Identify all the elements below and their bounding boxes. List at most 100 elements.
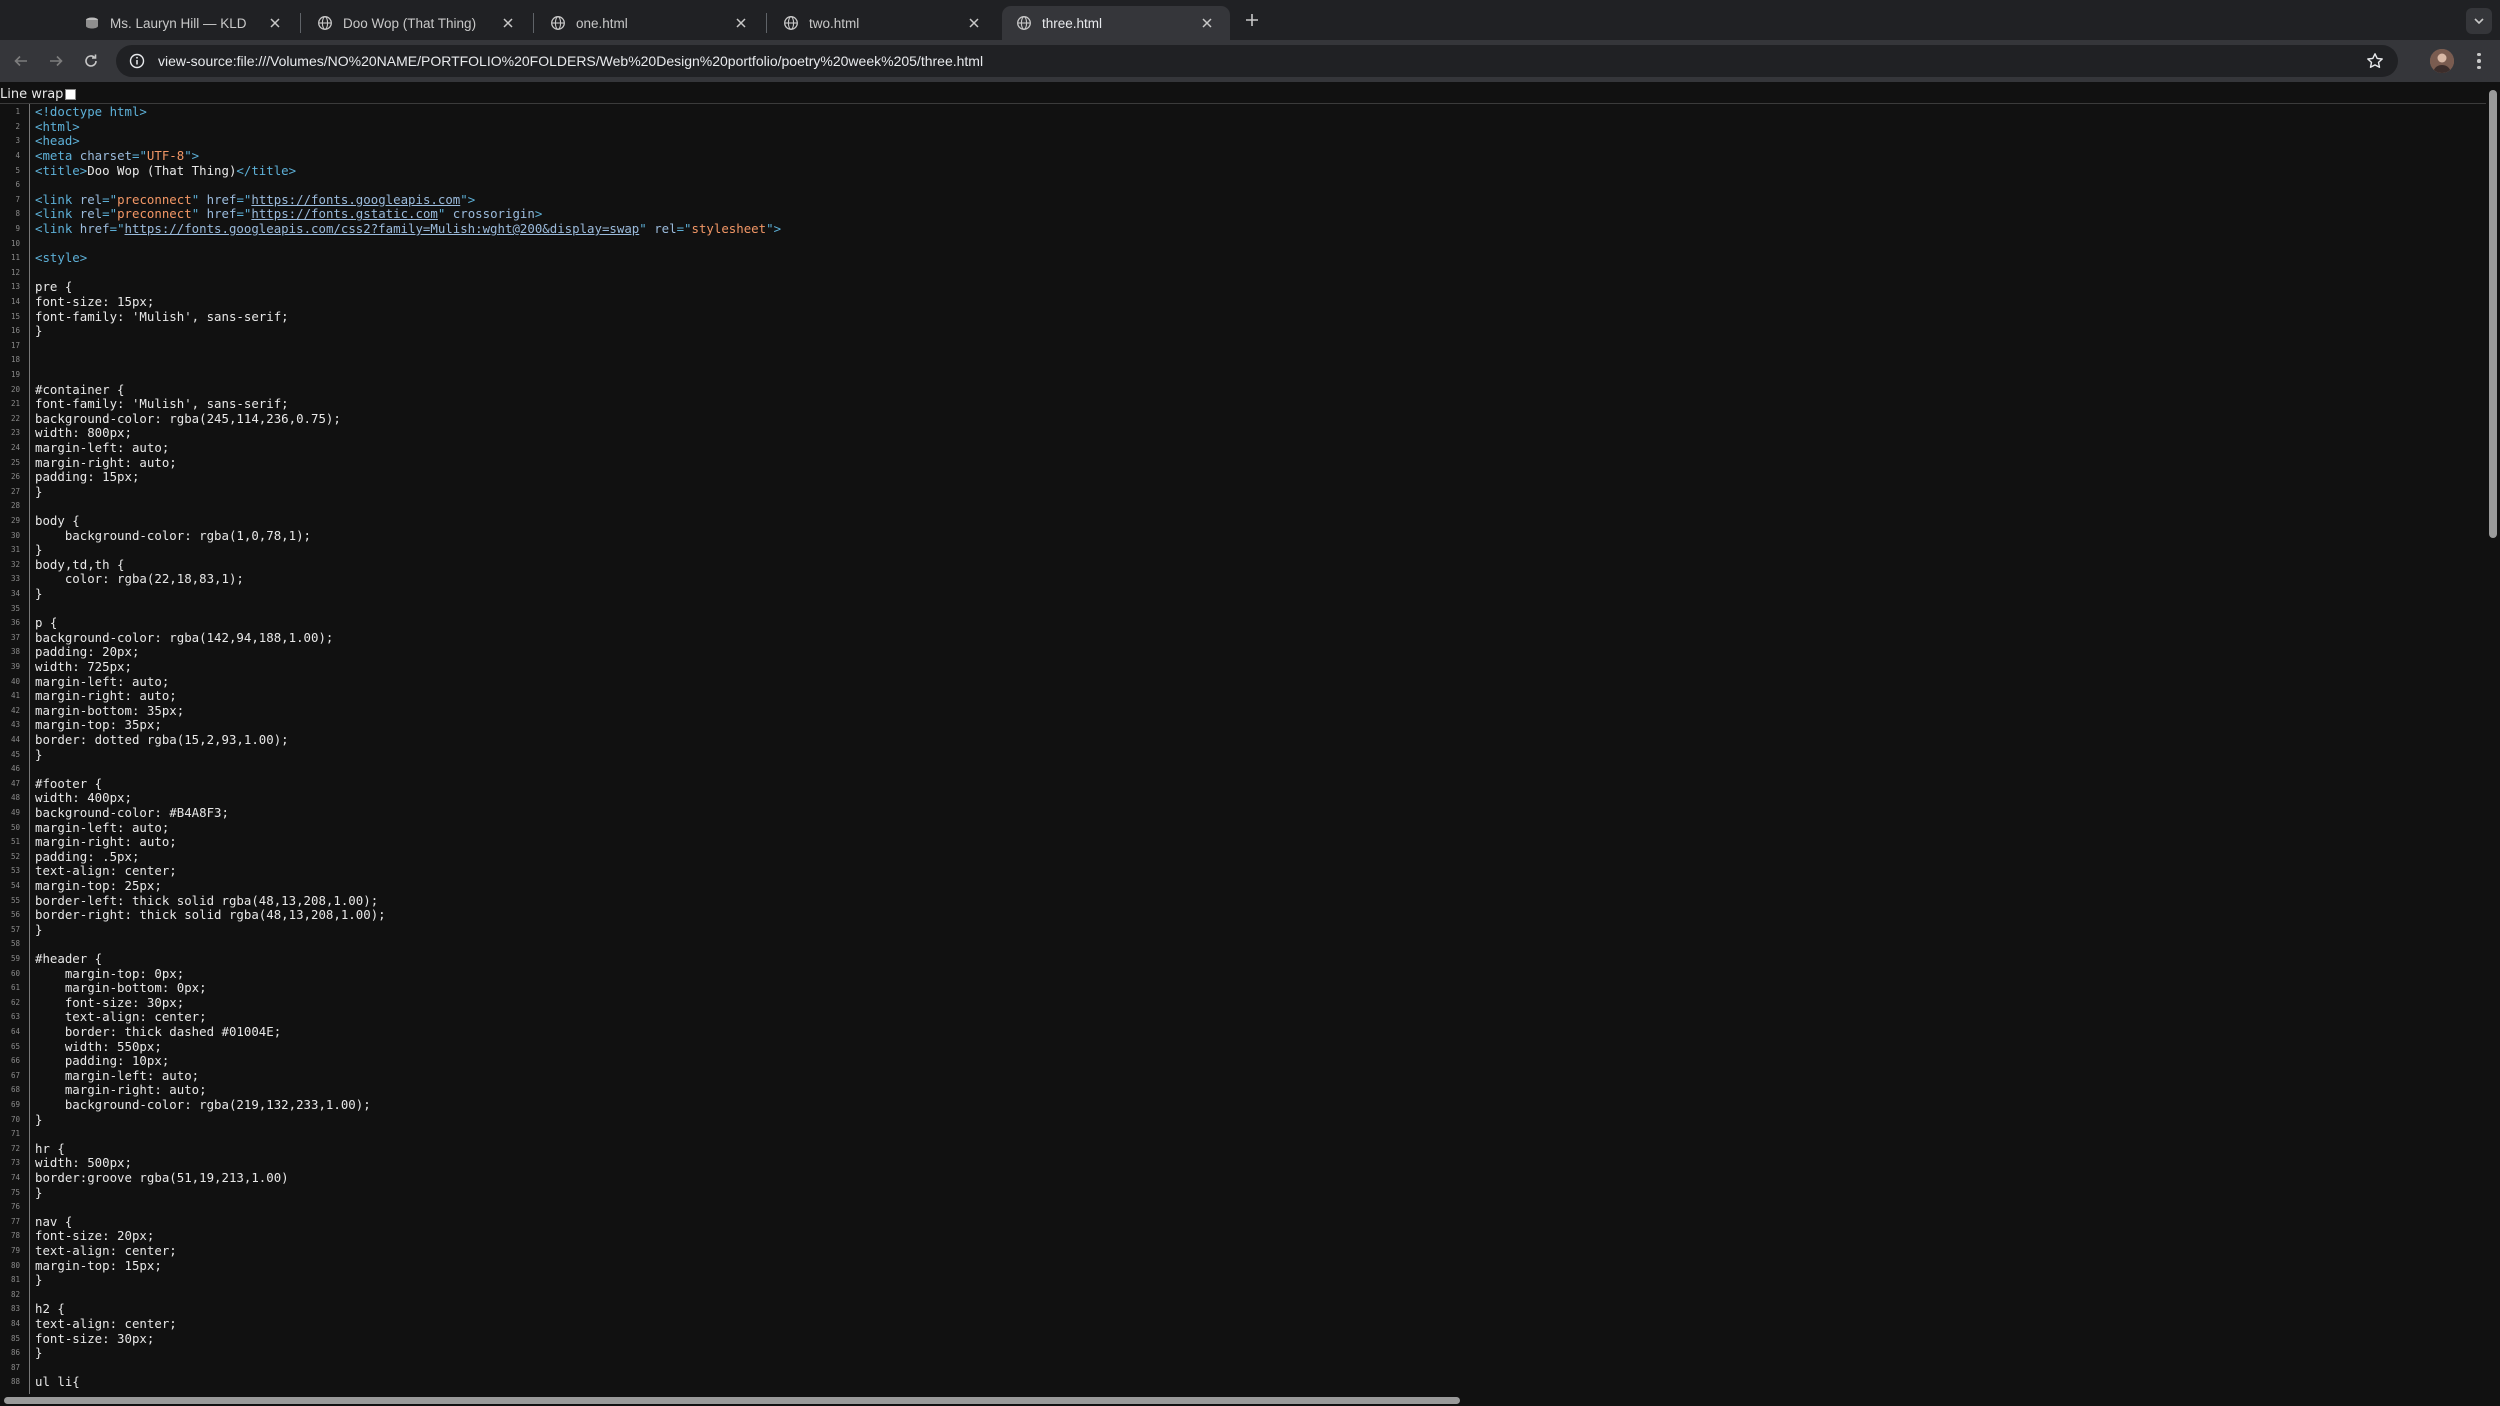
source-token: padding: 10px;	[35, 1053, 170, 1069]
source-line: 27}	[0, 484, 2470, 500]
source-line: 8 <link rel="preconnect" href="https://fo…	[0, 207, 2470, 222]
site-info-button[interactable]	[128, 52, 146, 70]
new-tab-button[interactable]	[1240, 8, 1264, 32]
line-number: 36	[10, 618, 20, 628]
line-number: 42	[10, 705, 20, 715]
horizontal-scrollbar[interactable]	[0, 1394, 2486, 1406]
source-code: margin-left: auto;	[22, 820, 169, 836]
source-code: body,td,th {	[22, 557, 125, 573]
tab-search-button[interactable]	[2466, 8, 2492, 34]
source-token: rel	[79, 191, 103, 207]
source-token: width: 800px;	[35, 425, 132, 441]
line-number: 62	[10, 997, 20, 1007]
source-code: p {	[22, 615, 57, 631]
browser-menu-button[interactable]	[2470, 49, 2488, 73]
chevron-down-icon	[2474, 18, 2484, 25]
source-token: ="	[676, 221, 692, 236]
source-token: border: thick dashed #01004E;	[35, 1024, 282, 1039]
source-token: ="	[236, 206, 252, 222]
source-code: background-color: #B4A8F3;	[22, 805, 229, 821]
vertical-scroll-thumb[interactable]	[2489, 90, 2497, 538]
vertical-scrollbar[interactable]	[2486, 86, 2500, 1396]
source-code: font-family: 'Mulish', sans-serif;	[22, 309, 289, 325]
line-number: 48	[10, 793, 20, 803]
source-code: margin-right: auto;	[22, 834, 177, 850]
source-line: 71	[0, 1127, 2470, 1142]
source-line: 40 margin-left: auto;	[0, 674, 2470, 690]
tab-strip: Ms. Lauryn Hill — KLD Doo Wop (That Thing…	[0, 0, 2500, 40]
source-token: text-align: center;	[35, 1316, 177, 1331]
source-code	[22, 762, 35, 777]
source-code: text-align: center;	[22, 1243, 177, 1259]
line-number: 46	[10, 764, 20, 774]
tab-doo-wop-that-thing[interactable]: Doo Wop (That Thing)	[303, 6, 531, 40]
info-icon	[129, 53, 145, 69]
line-number: 86	[10, 1348, 20, 1358]
source-line: 6	[0, 178, 2470, 193]
source-line: 50 margin-left: auto;	[0, 820, 2470, 836]
tab-close-button[interactable]	[732, 14, 750, 32]
source-code: <title>Doo Wop (That Thing)</title>	[22, 163, 296, 179]
globe-icon	[317, 15, 333, 31]
source-line: 19	[0, 368, 2470, 383]
profile-avatar[interactable]	[2430, 49, 2454, 73]
tab-close-button[interactable]	[965, 14, 983, 32]
source-line: 2 <html>	[0, 119, 2470, 135]
address-bar-url[interactable]: view-source:file:///Volumes/NO%20NAME/PO…	[158, 53, 983, 69]
tab-one-html[interactable]: one.html	[536, 6, 764, 40]
line-number: 69	[10, 1100, 20, 1109]
source-token: margin-right: auto;	[35, 688, 177, 704]
source-token: rel	[654, 221, 677, 236]
line-number: 19	[10, 370, 20, 379]
source-line: 26 padding: 15px;	[0, 469, 2470, 485]
tab-close-button[interactable]	[266, 14, 284, 32]
source-token: ">	[766, 221, 782, 236]
source-token: pre {	[35, 279, 73, 295]
source-line: 35	[0, 602, 2470, 617]
source-line: 49 background-color: #B4A8F3;	[0, 805, 2470, 821]
source-line: 47 #footer {	[0, 776, 2470, 792]
source-code: background-color: rgba(142,94,188,1.00);	[22, 630, 333, 646]
source-code	[22, 339, 35, 354]
tab-close-button[interactable]	[1198, 14, 1216, 32]
line-number: 67	[10, 1070, 20, 1080]
tab-three-html[interactable]: three.html	[1002, 6, 1230, 40]
line-number: 63	[10, 1012, 20, 1022]
forward-button[interactable]	[43, 48, 69, 74]
source-view: 1 <!doctype html> 2 <html> 3 <head> 4 <meta cha…	[0, 104, 2486, 1394]
line-wrap-bar: Line wrap	[0, 86, 2500, 104]
tab-two-html[interactable]: two.html	[769, 6, 997, 40]
source-line: 11 <style>	[0, 250, 2470, 266]
source-token: }	[35, 921, 43, 937]
reload-button[interactable]	[78, 48, 104, 74]
horizontal-scroll-thumb[interactable]	[4, 1397, 1460, 1404]
source-code: <meta charset="UTF-8">	[22, 148, 199, 164]
source-line: 55 border-left: thick solid rgba(48,13,20…	[0, 893, 2470, 909]
source-code: color: rgba(22,18,83,1);	[22, 572, 244, 587]
close-icon	[969, 18, 979, 28]
line-number: 79	[10, 1246, 20, 1255]
source-line: 82	[0, 1288, 2470, 1303]
source-line: 33 color: rgba(22,18,83,1);	[0, 572, 2470, 587]
source-line: 85 font-size: 30px;	[0, 1331, 2470, 1347]
source-line: 21 font-family: 'Mulish', sans-serif;	[0, 396, 2470, 412]
source-link[interactable]: https://fonts.googleapis.com/css2?family…	[125, 221, 640, 236]
address-bar[interactable]: view-source:file:///Volumes/NO%20NAME/PO…	[116, 45, 2398, 77]
source-token: background-color: rgba(245,114,236,0.75)…	[35, 410, 341, 426]
source-link[interactable]: https://fonts.googleapis.com	[251, 192, 460, 207]
source-code: margin-top: 25px;	[22, 878, 162, 894]
line-number: 71	[10, 1129, 20, 1139]
tab-ms-lauryn-hill-kld[interactable]: Ms. Lauryn Hill — KLD	[70, 6, 298, 40]
source-token: preconnect	[117, 191, 192, 207]
line-number: 66	[10, 1056, 20, 1066]
source-line: 38 padding: 20px;	[0, 645, 2470, 660]
tab-close-button[interactable]	[499, 14, 517, 32]
source-link[interactable]: https://fonts.gstatic.com	[251, 206, 438, 222]
bookmark-button[interactable]	[2366, 52, 2384, 70]
line-wrap-checkbox[interactable]	[65, 89, 77, 100]
source-line: 88 ul li{	[0, 1375, 2470, 1390]
source-line: 41 margin-right: auto;	[0, 688, 2470, 704]
source-line: 54 margin-top: 25px;	[0, 878, 2470, 894]
source-line: 87	[0, 1361, 2470, 1376]
back-button[interactable]	[8, 48, 34, 74]
